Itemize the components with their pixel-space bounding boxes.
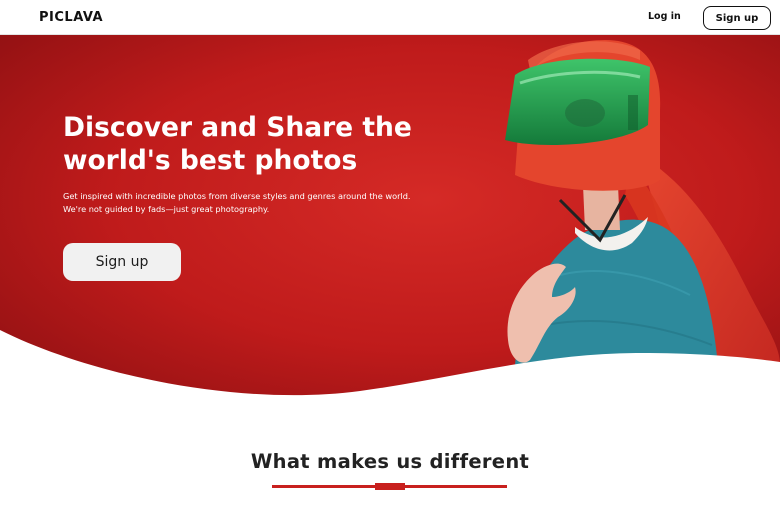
hero-subtext: Get inspired with incredible photos from…	[63, 190, 443, 216]
top-navbar: PICLAVA Log in Sign up	[0, 0, 780, 35]
hero-headline-line: Discover and Share the	[63, 112, 412, 143]
hero-section: Discover and Share the world's best phot…	[0, 35, 780, 400]
login-link[interactable]: Log in	[648, 11, 681, 22]
section-title: What makes us different	[250, 450, 530, 473]
section-title-underline-accent	[375, 483, 405, 490]
hero-headline: Discover and Share the world's best phot…	[63, 111, 463, 177]
hero-subtext-line: We're not guided by fads—just great phot…	[63, 204, 270, 214]
hero-photo	[0, 35, 780, 400]
header-signup-button[interactable]: Sign up	[703, 6, 771, 30]
hero-headline-line: world's best photos	[63, 145, 358, 176]
hero-subtext-line: Get inspired with incredible photos from…	[63, 191, 411, 201]
hero-signup-button[interactable]: Sign up	[63, 243, 181, 281]
brand-logo[interactable]: PICLAVA	[39, 10, 103, 25]
